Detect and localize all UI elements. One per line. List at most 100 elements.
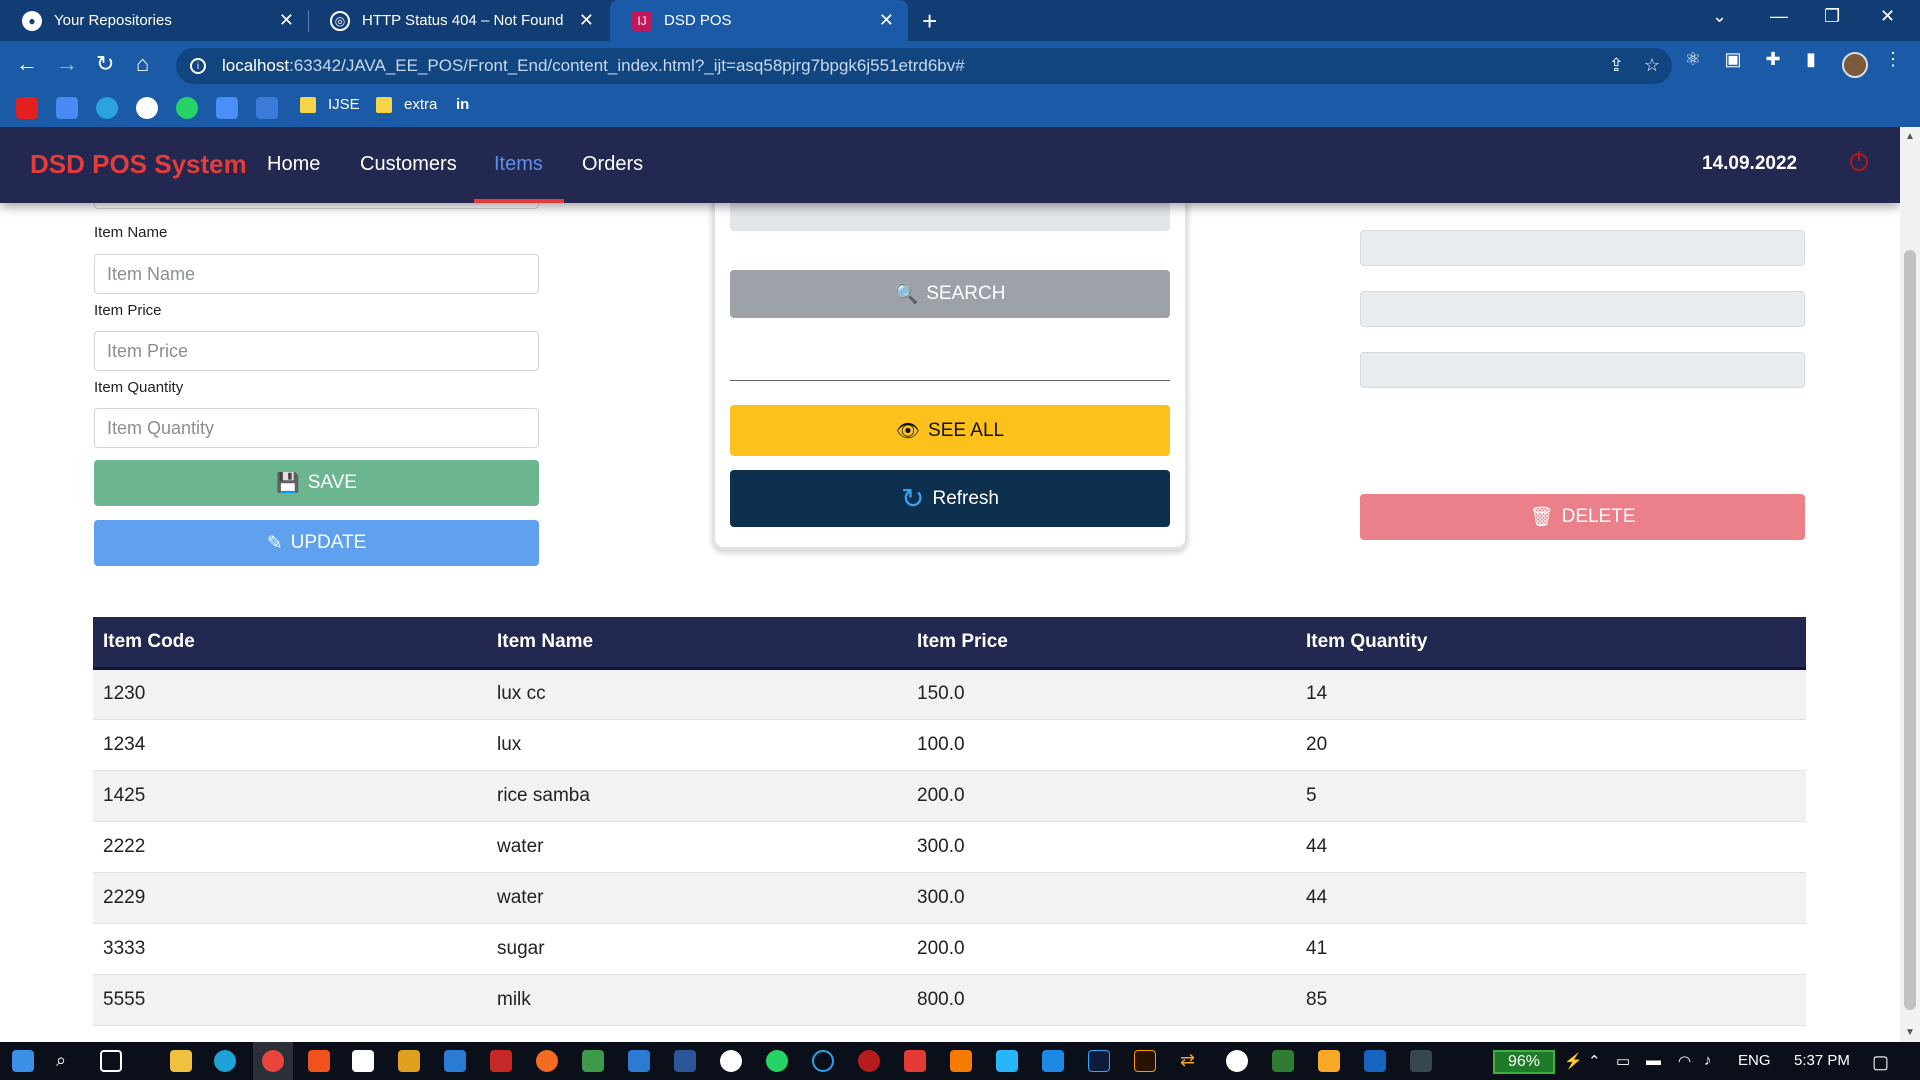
search-input[interactable] xyxy=(730,201,1170,231)
puzzle-icon[interactable]: ✚ xyxy=(1762,48,1784,70)
monitor-icon[interactable] xyxy=(1410,1050,1432,1072)
right-readonly-field[interactable] xyxy=(1360,230,1805,266)
scroll-down-icon[interactable]: ▼ xyxy=(1905,1027,1915,1038)
record-icon[interactable] xyxy=(858,1050,880,1072)
table-row[interactable]: 1425 rice samba 200.0 5 xyxy=(93,770,1806,822)
table-row[interactable]: 1230 lux cc 150.0 14 xyxy=(93,668,1806,720)
page-scrollbar[interactable]: ▲ ▼ xyxy=(1900,127,1920,1042)
see-all-button[interactable]: 👁 SEE ALL xyxy=(730,405,1170,456)
forward-icon[interactable]: → xyxy=(56,51,78,77)
notifications-icon[interactable]: ▢ xyxy=(1872,1052,1889,1073)
telegram-icon[interactable] xyxy=(96,97,118,119)
right-readonly-field[interactable] xyxy=(1360,291,1805,327)
table-row[interactable]: 2222 water 300.0 44 xyxy=(93,821,1806,873)
battery-percent[interactable]: 96% xyxy=(1493,1050,1555,1074)
contacts-icon[interactable] xyxy=(216,97,238,119)
item-quantity-input[interactable]: Item Quantity xyxy=(94,408,539,448)
url-bar[interactable]: i localhost:63342/JAVA_EE_POS/Front_End/… xyxy=(176,48,1672,84)
scroll-up-icon[interactable]: ▲ xyxy=(1905,131,1915,142)
share-star-icons[interactable]: ⇪ ☆ xyxy=(1609,55,1660,76)
react-devtools-icon[interactable]: ⚛ xyxy=(1682,48,1704,70)
bookmark-folder-extra[interactable]: extra xyxy=(376,96,437,113)
intellij-icon[interactable] xyxy=(352,1050,374,1072)
task-view-icon[interactable] xyxy=(100,1050,122,1072)
back-icon[interactable]: ← xyxy=(16,51,38,77)
item-name-input[interactable]: Item Name xyxy=(94,254,539,294)
delete-button[interactable]: 🗑 DELETE xyxy=(1360,494,1805,540)
tab-repositories[interactable]: ● Your Repositories ✕ xyxy=(0,0,308,41)
edge-icon[interactable] xyxy=(214,1050,236,1072)
clock[interactable]: 5:37 PM xyxy=(1794,1052,1850,1069)
youtube-icon[interactable] xyxy=(16,97,38,119)
nav-customers[interactable]: Customers xyxy=(360,153,457,176)
l-app-icon[interactable] xyxy=(996,1050,1018,1072)
filezilla-icon[interactable] xyxy=(490,1050,512,1072)
postman-icon[interactable] xyxy=(536,1050,558,1072)
search-icon[interactable]: ⌕ xyxy=(56,1050,78,1072)
device-icon[interactable]: ▭ xyxy=(1616,1052,1630,1070)
windows-start-icon[interactable] xyxy=(12,1050,34,1072)
table-row[interactable]: 1234 lux 100.0 20 xyxy=(93,719,1806,771)
terminal-icon[interactable] xyxy=(1272,1050,1294,1072)
close-icon[interactable]: ✕ xyxy=(279,10,294,31)
video-icon[interactable] xyxy=(904,1050,926,1072)
right-readonly-field[interactable] xyxy=(1360,352,1805,388)
illustrator-icon[interactable] xyxy=(1134,1050,1156,1072)
nav-items[interactable]: Items xyxy=(494,153,543,176)
brave-icon[interactable] xyxy=(308,1050,330,1072)
slack-icon[interactable] xyxy=(720,1050,742,1072)
file-explorer-icon[interactable] xyxy=(170,1050,192,1072)
table-row[interactable]: 2229 water 300.0 44 xyxy=(93,872,1806,924)
tab-search-icon[interactable]: ⌄ xyxy=(1712,6,1727,27)
new-tab-icon[interactable]: + xyxy=(922,6,937,37)
nav-home[interactable]: Home xyxy=(267,153,320,176)
save-button[interactable]: 💾 SAVE xyxy=(94,460,539,506)
close-icon[interactable]: ✕ xyxy=(579,10,594,31)
table-row[interactable]: 5555 milk 800.0 85 xyxy=(93,974,1806,1026)
sidepanel-icon[interactable]: ▮ xyxy=(1800,48,1822,70)
media-icon[interactable] xyxy=(1318,1050,1340,1072)
refresh-button[interactable]: ↻ Refresh xyxy=(730,470,1170,527)
battery-icon[interactable]: ▬ xyxy=(1646,1052,1661,1069)
chrome-icon[interactable] xyxy=(262,1050,284,1072)
vlc-icon[interactable] xyxy=(950,1050,972,1072)
pen-icon[interactable] xyxy=(256,97,278,119)
table-row[interactable]: 3333 sugar 200.0 41 xyxy=(93,923,1806,975)
language-indicator[interactable]: ENG xyxy=(1738,1052,1771,1069)
extension-icon[interactable]: ▣ xyxy=(1722,48,1744,70)
bookmark-folder-ijse[interactable]: IJSE xyxy=(300,96,360,113)
mail-icon[interactable] xyxy=(1042,1050,1064,1072)
word-icon[interactable] xyxy=(674,1050,696,1072)
github-icon[interactable] xyxy=(136,97,158,119)
vscode-icon[interactable] xyxy=(444,1050,466,1072)
avatar[interactable] xyxy=(1842,52,1868,78)
linkedin-icon[interactable]: in xyxy=(456,96,469,113)
scroll-thumb[interactable] xyxy=(1904,250,1916,1010)
photoshop-icon[interactable] xyxy=(1088,1050,1110,1072)
restore-icon[interactable]: ❐ xyxy=(1824,6,1840,27)
menu-icon[interactable]: ⋮ xyxy=(1882,48,1904,70)
tomcat-icon[interactable] xyxy=(398,1050,420,1072)
chevron-up-icon[interactable]: ⌃ xyxy=(1588,1052,1601,1070)
outlook-icon[interactable] xyxy=(628,1050,650,1072)
close-icon[interactable]: ✕ xyxy=(879,10,894,31)
nav-orders[interactable]: Orders xyxy=(582,153,643,176)
search-button[interactable]: 🔍 SEARCH xyxy=(730,270,1170,318)
translate-icon[interactable] xyxy=(56,97,78,119)
minimize-icon[interactable]: — xyxy=(1770,6,1788,27)
circle-c-icon[interactable] xyxy=(812,1050,834,1072)
item-price-input[interactable]: Item Price xyxy=(94,331,539,371)
power-icon[interactable] xyxy=(1850,151,1868,171)
reload-icon[interactable]: ↻ xyxy=(96,51,114,77)
tab-dsd-pos[interactable]: IJ DSD POS ✕ xyxy=(610,0,908,41)
volume-icon[interactable]: ♪ xyxy=(1704,1052,1712,1069)
wifi-icon[interactable]: ◠ xyxy=(1678,1052,1691,1070)
home-icon[interactable]: ⌂ xyxy=(136,51,149,77)
window-close-icon[interactable]: ✕ xyxy=(1880,6,1895,27)
whatsapp-icon[interactable] xyxy=(766,1050,788,1072)
app-icon[interactable] xyxy=(1226,1050,1248,1072)
git-icon[interactable]: ⇄ xyxy=(1180,1050,1202,1072)
whatsapp-icon[interactable] xyxy=(176,97,198,119)
tab-404[interactable]: ◎ HTTP Status 404 – Not Found ✕ xyxy=(308,0,608,41)
node-icon[interactable] xyxy=(582,1050,604,1072)
